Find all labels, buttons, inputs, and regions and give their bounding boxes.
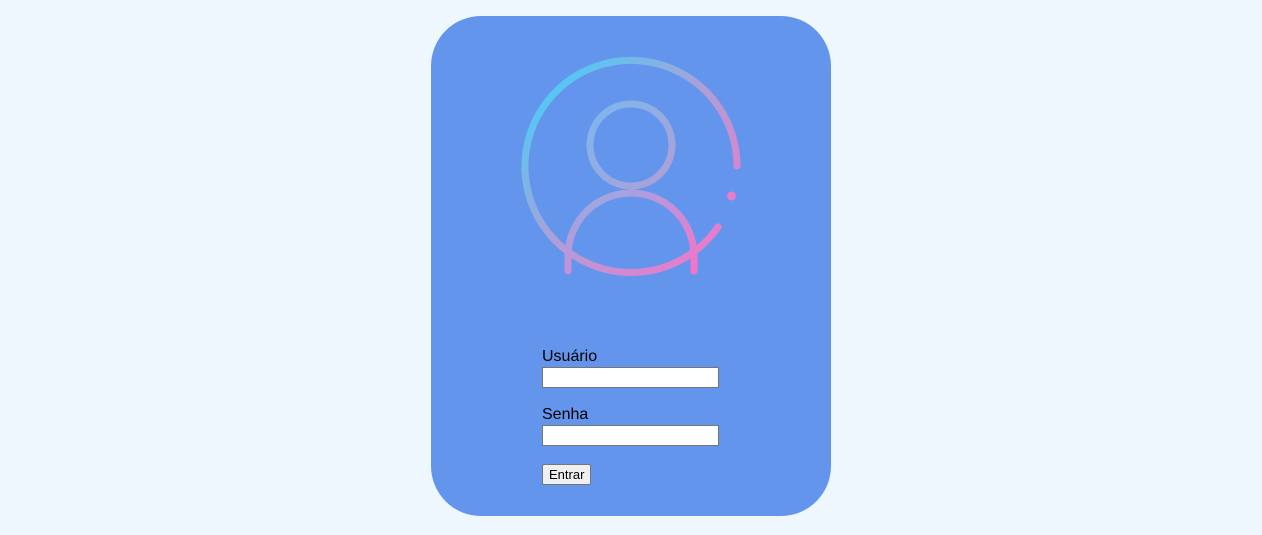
password-group: Senha [542, 405, 742, 446]
password-input[interactable] [542, 425, 719, 446]
username-label: Usuário [542, 348, 598, 365]
user-circle-icon [521, 56, 741, 276]
password-label: Senha [542, 406, 589, 423]
submit-button[interactable]: Entrar [542, 464, 592, 485]
login-form: Usuário Senha Entrar [542, 347, 742, 485]
username-input[interactable] [542, 367, 719, 388]
login-card: Usuário Senha Entrar [431, 16, 831, 516]
